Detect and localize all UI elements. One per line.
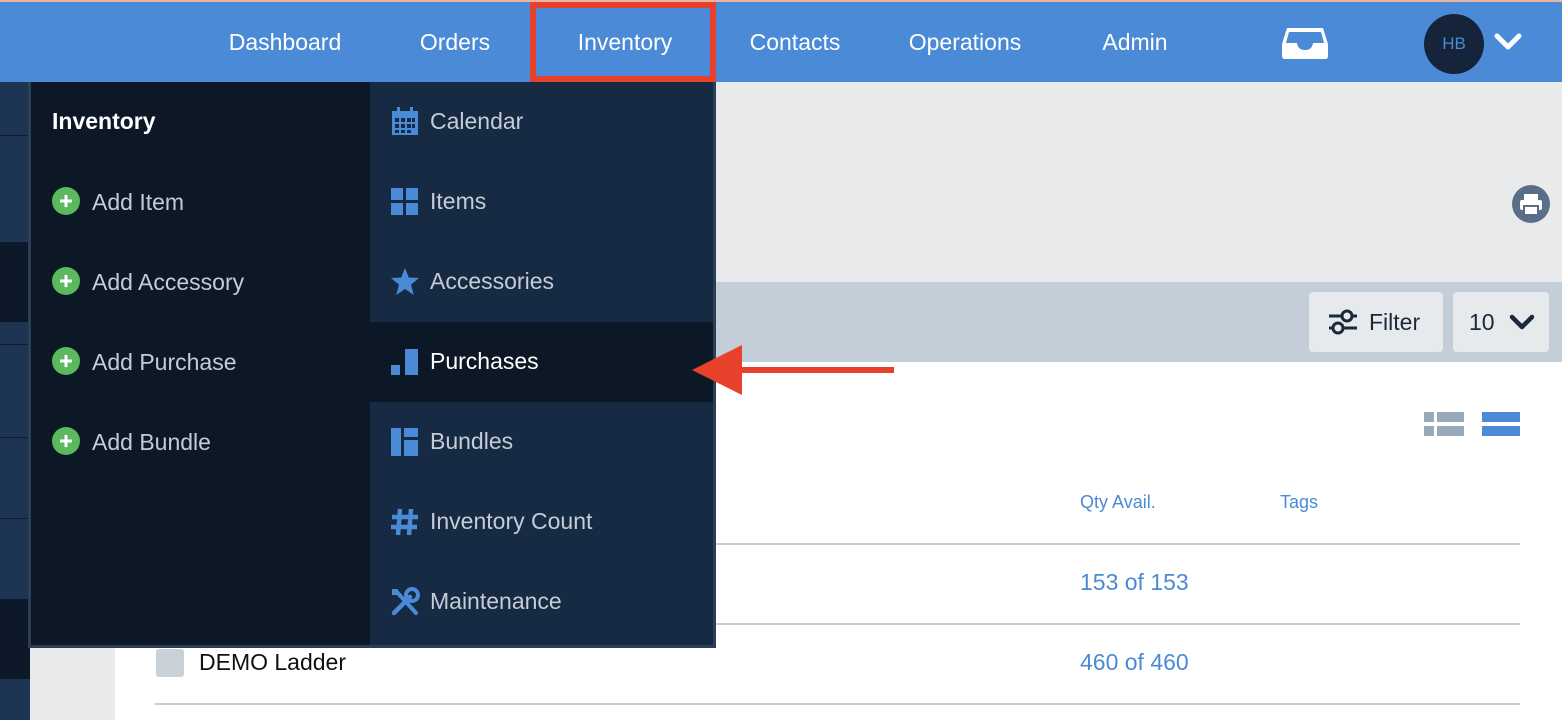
menu-link-accessories[interactable]: Accessories [370,242,713,322]
filter-button[interactable]: Filter [1309,292,1443,352]
hash-icon [391,508,418,536]
sliders-icon [1329,309,1357,335]
chevron-down-icon [1509,314,1535,330]
menu-link-calendar[interactable]: Calendar [370,82,713,162]
chevron-down-icon[interactable] [1494,32,1522,52]
inventory-dropdown: Inventory Add Item Add Accessory Add Pur… [28,82,716,648]
wrench-icon [391,587,420,616]
bundles-icon [391,428,418,456]
menu-link-items[interactable]: Items [370,162,713,242]
menu-link-label: Accessories [430,268,554,294]
menu-link-label: Items [430,188,487,214]
row-checkbox[interactable] [156,649,184,677]
nav-dashboard[interactable]: Dashboard [210,2,360,82]
sidebar [0,82,30,720]
sidebar-item [0,599,30,679]
row-name[interactable]: DEMO Ladder [199,649,346,676]
dropdown-actions-panel: Inventory Add Item Add Accessory Add Pur… [31,82,370,645]
print-button[interactable] [1512,185,1550,223]
highlight-box [530,2,716,82]
column-header-qty[interactable]: Qty Avail. [1080,492,1156,513]
plus-circle-icon [52,267,80,295]
row-qty: 153 of 153 [1080,569,1189,595]
bar-chart-icon [391,349,418,375]
menu-link-label: Bundles [430,428,514,454]
menu-link-label: Inventory Count [430,508,593,534]
list-view-icon[interactable] [1424,412,1464,436]
avatar[interactable]: HB [1424,14,1484,74]
star-icon [391,268,419,295]
menu-link-bundles[interactable]: Bundles [370,402,713,482]
action-label: Add Item [92,189,185,215]
row-qty: 460 of 460 [1080,649,1189,675]
plus-circle-icon [52,347,80,375]
plus-circle-icon [52,427,80,455]
filter-label: Filter [1369,309,1421,335]
action-label: Add Bundle [92,429,211,455]
menu-link-maintenance[interactable]: Maintenance [370,562,713,642]
grid-icon [391,188,418,215]
dropdown-links-panel: Calendar Items Accessories Purchases Bun… [370,82,713,645]
compact-view-icon[interactable] [1482,412,1520,436]
action-label: Add Purchase [92,349,237,375]
per-page-value: 10 [1469,309,1495,335]
column-header-tags[interactable]: Tags [1280,492,1318,513]
dropdown-title: Inventory [52,108,156,134]
print-icon [1520,194,1542,216]
inbox-icon[interactable] [1281,26,1329,60]
top-navigation: Dashboard Orders Inventory Contacts Oper… [0,0,1562,82]
arrow-annotation [692,345,894,395]
sidebar-item-active [0,242,30,322]
plus-circle-icon [52,187,80,215]
menu-link-purchases[interactable]: Purchases [370,322,713,402]
nav-orders[interactable]: Orders [395,2,515,82]
menu-link-label: Maintenance [430,588,562,614]
menu-link-label: Calendar [430,108,524,134]
action-label: Add Accessory [92,269,245,295]
nav-operations[interactable]: Operations [890,2,1040,82]
nav-contacts[interactable]: Contacts [730,2,860,82]
nav-admin[interactable]: Admin [1080,2,1190,82]
menu-link-inventory-count[interactable]: Inventory Count [370,482,713,562]
row-divider [155,703,1520,705]
per-page-select[interactable]: 10 [1453,292,1549,352]
calendar-icon [392,107,418,135]
menu-link-label: Purchases [430,348,539,374]
